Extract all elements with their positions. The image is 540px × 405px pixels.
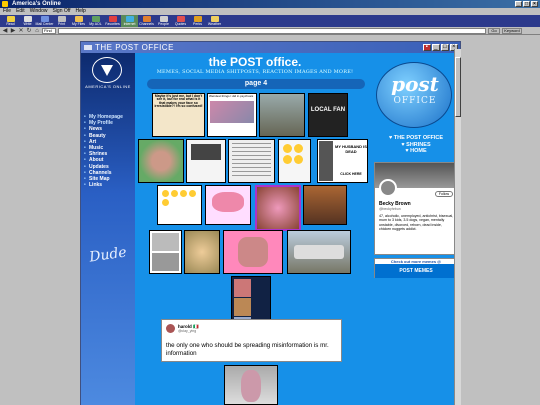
- keyword-button[interactable]: Keyword: [502, 28, 522, 34]
- meme-caption: MY HUSBAND IS DEAD: [335, 144, 367, 154]
- window-minimize-button[interactable]: _: [432, 44, 440, 51]
- nav-links[interactable]: Links: [84, 182, 123, 188]
- find-dropdown[interactable]: Find: [42, 28, 56, 34]
- right-links: ♥ THE POST OFFICE ♥ SHRINES ♥ HOME: [374, 135, 458, 155]
- menu-help[interactable]: Help: [75, 8, 85, 15]
- menu-edit[interactable]: Edit: [16, 8, 25, 15]
- browser-window: THE POST OFFICE ▪ _ □ × AMERICA'S ONLINE…: [80, 41, 461, 405]
- page-number: page 4: [147, 79, 365, 89]
- toolbar-button-people[interactable]: People: [155, 15, 172, 27]
- follow-button[interactable]: Follow: [434, 191, 453, 197]
- meme-image[interactable]: MY HUSBAND IS DEAD CLICK HERE: [317, 139, 368, 183]
- meme-image[interactable]: [149, 230, 182, 274]
- profile-bio: 47, alcoholic, unemployed, antichrist, b…: [379, 214, 454, 232]
- window-controls: _ □ ×: [515, 1, 538, 7]
- meme-image[interactable]: [255, 185, 301, 231]
- toolbar-button-weather[interactable]: Weather: [206, 15, 223, 27]
- aol-logo-icon: [92, 57, 122, 83]
- toolbar-button-write[interactable]: Write: [19, 15, 36, 27]
- meme-image[interactable]: [223, 230, 283, 274]
- reload-icon[interactable]: ↻: [26, 28, 32, 34]
- meme-caption: Weirdest things I did in psychosis: [209, 94, 254, 98]
- envelope-icon: [84, 45, 92, 50]
- toolbar-button-my-aol[interactable]: My AOL: [87, 15, 104, 27]
- meme-image[interactable]: [224, 365, 278, 405]
- meme-image[interactable]: Maybe it's just me, but I don't see it, …: [152, 93, 205, 137]
- toolbar-button-mail-center[interactable]: Mail Center: [36, 15, 53, 27]
- menu-sign-off[interactable]: Sign Off: [52, 8, 70, 15]
- meme-image[interactable]: [228, 139, 275, 183]
- meme-image[interactable]: [184, 230, 220, 274]
- window-buttons: ▪ _ □ ×: [423, 44, 458, 51]
- toolbar-button-my-files[interactable]: My Files: [70, 15, 87, 27]
- window-maximize-button[interactable]: □: [441, 44, 449, 51]
- window-icon-button[interactable]: ▪: [423, 44, 431, 51]
- app-titlebar: America's Online _ □ ×: [0, 0, 540, 8]
- meme-image[interactable]: Weirdest things I did in psychosis: [207, 93, 257, 137]
- meme-caption: Maybe it's just me, but I don't see it, …: [154, 94, 203, 109]
- site-sidebar: AMERICA'S ONLINE My Homepage My Profile …: [81, 53, 135, 405]
- scrollbar-thumb[interactable]: [455, 57, 461, 117]
- menu-bar: File Edit Window Sign Off Help: [0, 8, 540, 15]
- window-titlebar: THE POST OFFICE ▪ _ □ ×: [81, 42, 460, 53]
- meme-image[interactable]: [157, 185, 202, 225]
- tweet-handle: @clay_ying: [178, 329, 197, 333]
- app-title: America's Online: [12, 1, 61, 7]
- meme-image[interactable]: [259, 93, 305, 137]
- go-button[interactable]: Go: [488, 28, 500, 34]
- toolbar-button-read[interactable]: Read: [2, 15, 19, 27]
- signature: Dude: [88, 244, 128, 266]
- stop-icon[interactable]: ✕: [18, 28, 24, 34]
- address-bar: ◀ ▶ ✕ ↻ ⌂ Find Go Keyword: [0, 27, 540, 35]
- back-icon[interactable]: ◀: [2, 28, 8, 34]
- page-title: the POST office.: [208, 55, 302, 69]
- window-title: THE POST OFFICE: [95, 43, 174, 52]
- right-column: post OFFICE ♥ THE POST OFFICE ♥ SHRINES …: [371, 53, 460, 405]
- scrollbar[interactable]: [454, 49, 461, 405]
- page-subtitle: MEMES, SOCIAL MEDIA SHITPOSTS, REACTION …: [156, 69, 354, 75]
- toolbar-button-perks[interactable]: Perks: [189, 15, 206, 27]
- meme-image[interactable]: [205, 185, 251, 225]
- link-home[interactable]: ♥ HOME: [374, 148, 458, 155]
- aol-icon: [2, 1, 8, 7]
- meme-caption: LOCAL FAN: [310, 107, 346, 113]
- checkout-banner[interactable]: Check out more memes @ POST MEMES: [374, 258, 458, 278]
- meme-image[interactable]: [303, 185, 347, 225]
- minimize-button[interactable]: _: [515, 1, 522, 7]
- avatar: [166, 324, 175, 333]
- meme-image[interactable]: LOCAL FAN: [308, 93, 348, 137]
- forward-icon[interactable]: ▶: [10, 28, 16, 34]
- url-input[interactable]: [58, 28, 486, 34]
- maximize-button[interactable]: □: [523, 1, 530, 7]
- meme-image[interactable]: [231, 276, 271, 320]
- toolbar-button-print[interactable]: Print: [53, 15, 70, 27]
- meme-link: CLICK HERE: [340, 172, 362, 176]
- site-nav: My Homepage My Profile News Beauty Art M…: [84, 114, 123, 189]
- profile-handle: @beckyhrbun: [379, 207, 401, 211]
- logo-word: post: [391, 72, 439, 96]
- avatar: [379, 179, 397, 197]
- menu-window[interactable]: Window: [30, 8, 48, 15]
- meme-image[interactable]: [278, 139, 311, 183]
- logo-subword: OFFICE: [393, 96, 437, 106]
- toolbar-button-internet[interactable]: Internet: [121, 15, 138, 27]
- toolbar-button-channels[interactable]: Channels: [138, 15, 155, 27]
- checkout-image: POST MEMES: [375, 264, 457, 278]
- meme-image[interactable]: [287, 230, 351, 274]
- tweet-card[interactable]: harold 🇮🇹 @clay_ying the only one who sh…: [161, 319, 342, 362]
- close-button[interactable]: ×: [531, 1, 538, 7]
- toolbar-button-favorites[interactable]: Favorites: [104, 15, 121, 27]
- main-toolbar: Read Write Mail Center Print My Files My AOL F…: [0, 15, 540, 27]
- toolbar-button-quotes[interactable]: Quotes: [172, 15, 189, 27]
- meme-image[interactable]: [138, 139, 184, 183]
- logo-text: AMERICA'S ONLINE: [85, 84, 131, 89]
- tweet-text: the only one who should be spreading mis…: [166, 342, 329, 357]
- page-content: AMERICA'S ONLINE My Homepage My Profile …: [81, 53, 460, 405]
- meme-image[interactable]: [186, 139, 226, 183]
- post-office-logo: post OFFICE: [376, 62, 452, 128]
- home-icon[interactable]: ⌂: [34, 28, 40, 34]
- profile-card[interactable]: Follow Becky Brown @beckyhrbun 47, alcoh…: [374, 162, 458, 255]
- menu-file[interactable]: File: [3, 8, 11, 15]
- page-header: the POST office. MEMES, SOCIAL MEDIA SHI…: [135, 55, 375, 76]
